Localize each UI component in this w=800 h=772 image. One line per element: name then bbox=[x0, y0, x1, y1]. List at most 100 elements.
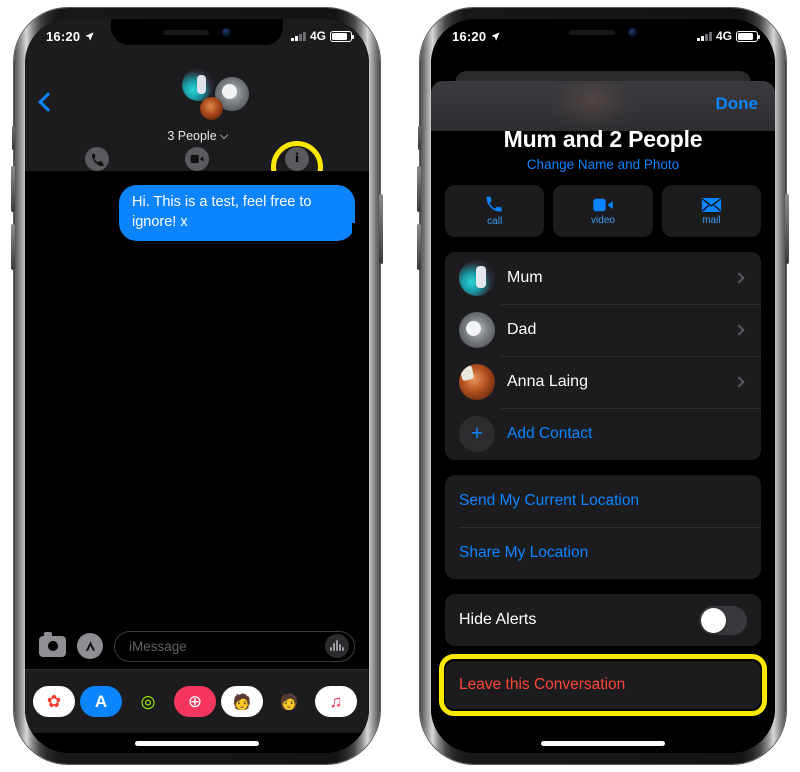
share-my-location-label: Share My Location bbox=[459, 544, 589, 561]
music-app-icon[interactable]: ♫ bbox=[315, 686, 357, 717]
volume-up-button[interactable] bbox=[11, 166, 15, 212]
phone-bezel-left: 16:20 4G 3 People i Hi. This is a test, … bbox=[25, 19, 369, 753]
done-button[interactable]: Done bbox=[716, 94, 759, 114]
iphone-device-right: 16:20 4G Done Mum and 2 People Change Na… bbox=[417, 8, 789, 764]
add-contact-label: Add Contact bbox=[507, 425, 593, 442]
iphone-device-left: 16:20 4G 3 People i Hi. This is a test, … bbox=[11, 8, 383, 764]
chevron-right-icon bbox=[733, 376, 745, 388]
volume-down-button[interactable] bbox=[11, 224, 15, 270]
add-contact-row[interactable]: + Add Contact bbox=[445, 408, 761, 460]
hide-alerts-toggle[interactable] bbox=[699, 605, 747, 635]
chevron-right-icon bbox=[733, 324, 745, 336]
group-name-button[interactable]: 3 People bbox=[25, 129, 369, 143]
details-scroll-area[interactable]: call video mail Mum Dad Anna Laing + Add… bbox=[431, 177, 775, 753]
network-type-label: 4G bbox=[715, 29, 732, 43]
envelope-icon bbox=[701, 197, 721, 212]
screenshot-stage: 16:20 4G 3 People i Hi. This is a test, … bbox=[0, 0, 800, 772]
leave-conversation-label: Leave this Conversation bbox=[459, 676, 626, 693]
avatar-anna bbox=[459, 364, 495, 400]
messages-thread-screen: 16:20 4G 3 People i Hi. This is a test, … bbox=[25, 19, 369, 753]
contact-row-mum[interactable]: Mum bbox=[445, 252, 761, 304]
contact-row-dad[interactable]: Dad bbox=[445, 304, 761, 356]
volume-down-button[interactable] bbox=[417, 224, 421, 270]
imessage-placeholder: iMessage bbox=[129, 638, 187, 654]
contact-name: Mum bbox=[507, 269, 543, 286]
imessage-input-field[interactable]: iMessage bbox=[114, 630, 355, 662]
avatar-anna bbox=[200, 97, 223, 120]
photos-app-icon[interactable]: ✿ bbox=[33, 686, 75, 717]
battery-icon bbox=[330, 30, 354, 42]
activity-app-icon[interactable]: ◎ bbox=[127, 686, 169, 717]
camera-icon[interactable] bbox=[39, 631, 66, 657]
silent-switch[interactable] bbox=[12, 126, 15, 150]
images-search-app-icon[interactable]: ⊕ bbox=[174, 686, 216, 717]
status-time-group: 16:20 bbox=[46, 29, 95, 44]
home-indicator-left[interactable] bbox=[135, 741, 259, 746]
earpiece-speaker-icon bbox=[163, 29, 209, 35]
video-camera-icon bbox=[185, 147, 209, 171]
front-camera-icon bbox=[222, 27, 231, 37]
notch-right bbox=[517, 19, 689, 45]
memoji-app-icon[interactable]: 🧑 bbox=[268, 686, 310, 717]
contact-name: Anna Laing bbox=[507, 373, 588, 390]
send-my-current-location-row[interactable]: Send My Current Location bbox=[445, 475, 761, 527]
mail-label: mail bbox=[702, 214, 721, 226]
phone-icon bbox=[486, 196, 502, 212]
send-my-current-location-label: Send My Current Location bbox=[459, 492, 640, 509]
phone-icon bbox=[85, 147, 109, 171]
info-circle-icon: i bbox=[285, 147, 309, 171]
share-my-location-row[interactable]: Share My Location bbox=[445, 527, 761, 579]
change-name-and-photo-link[interactable]: Change Name and Photo bbox=[431, 157, 775, 172]
audio-waveform-icon[interactable] bbox=[325, 634, 349, 658]
avatar-mum bbox=[459, 260, 495, 296]
message-row: Hi. This is a test, feel free to ignore!… bbox=[119, 185, 362, 242]
call-label: call bbox=[487, 216, 503, 227]
leave-conversation-row[interactable]: Leave this Conversation bbox=[445, 661, 761, 709]
power-button[interactable] bbox=[379, 194, 383, 264]
chevron-down-icon bbox=[219, 130, 228, 140]
conversation-details-screen: 16:20 4G Done Mum and 2 People Change Na… bbox=[431, 19, 775, 753]
page-title: Mum and 2 People bbox=[503, 126, 703, 152]
memoji-stickers-app-icon[interactable]: 🧑 bbox=[221, 686, 263, 717]
chevron-right-icon bbox=[733, 272, 745, 284]
app-store-app-icon[interactable]: A bbox=[80, 686, 122, 717]
contact-row-anna-laing[interactable]: Anna Laing bbox=[445, 356, 761, 408]
details-sheet: Done Mum and 2 People Change Name and Ph… bbox=[431, 81, 775, 753]
message-input-bar: iMessage bbox=[25, 623, 369, 669]
silent-switch[interactable] bbox=[418, 126, 421, 150]
front-camera-icon bbox=[628, 27, 637, 37]
status-right-group: 4G bbox=[291, 29, 354, 43]
cellular-signal-icon bbox=[697, 31, 712, 41]
status-time: 16:20 bbox=[46, 28, 81, 44]
location-arrow-icon bbox=[85, 31, 94, 41]
location-arrow-icon bbox=[491, 31, 500, 41]
notch-left bbox=[111, 19, 283, 45]
leave-conversation-wrap: Leave this Conversation bbox=[439, 654, 767, 716]
volume-up-button[interactable] bbox=[417, 166, 421, 212]
cellular-signal-icon bbox=[291, 31, 306, 41]
video-button[interactable]: video bbox=[553, 185, 653, 237]
imessage-app-drawer: ✿ A ◎ ⊕ 🧑 🧑 ♫ bbox=[25, 669, 369, 733]
hide-alerts-card: Hide Alerts bbox=[445, 594, 761, 646]
plus-icon: + bbox=[459, 416, 495, 452]
outgoing-message-bubble[interactable]: Hi. This is a test, feel free to ignore!… bbox=[119, 185, 362, 242]
status-time: 16:20 bbox=[452, 28, 487, 44]
hide-alerts-row[interactable]: Hide Alerts bbox=[445, 594, 761, 646]
battery-icon bbox=[736, 30, 760, 42]
status-time-group: 16:20 bbox=[452, 29, 501, 44]
participants-card: Mum Dad Anna Laing + Add Contact bbox=[445, 252, 761, 460]
group-avatars[interactable] bbox=[25, 69, 369, 121]
call-button[interactable]: call bbox=[445, 185, 545, 237]
hide-alerts-label: Hide Alerts bbox=[459, 611, 537, 628]
avatar-dad bbox=[459, 312, 495, 348]
power-button[interactable] bbox=[785, 194, 789, 264]
location-card: Send My Current Location Share My Locati… bbox=[445, 475, 761, 579]
quick-actions-row: call video mail bbox=[445, 185, 761, 237]
video-label: video bbox=[591, 214, 615, 226]
network-type-label: 4G bbox=[309, 29, 326, 43]
home-indicator-right[interactable] bbox=[541, 741, 665, 746]
group-name-label: 3 People bbox=[167, 129, 217, 143]
app-store-icon[interactable] bbox=[77, 633, 103, 659]
contact-name: Dad bbox=[507, 321, 537, 338]
mail-button[interactable]: mail bbox=[661, 185, 761, 237]
